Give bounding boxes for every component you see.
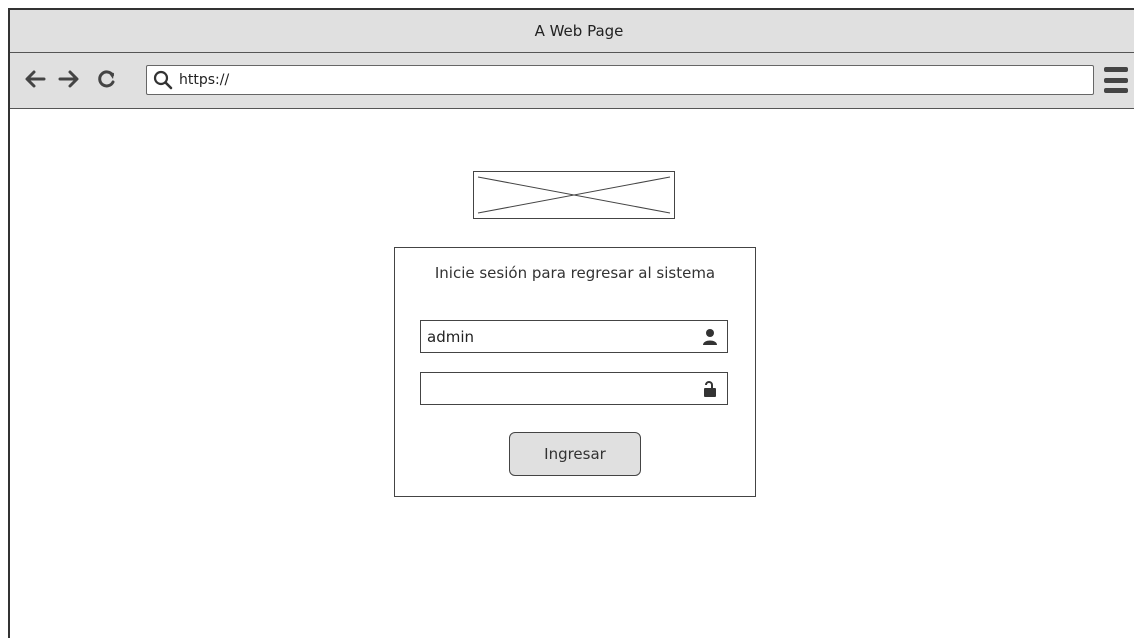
window-titlebar: A Web Page xyxy=(10,10,1134,53)
password-input[interactable] xyxy=(421,373,691,404)
ingresar-button-label: Ingresar xyxy=(544,445,606,463)
login-card: Inicie sesión para regresar al sistema I… xyxy=(394,247,756,497)
url-text: https:// xyxy=(179,72,230,88)
browser-toolbar: https:// xyxy=(10,53,1134,109)
ingresar-button[interactable]: Ingresar xyxy=(509,432,641,476)
username-input[interactable] xyxy=(421,321,691,352)
password-field[interactable] xyxy=(420,372,728,405)
hamburger-menu-icon xyxy=(1104,67,1128,72)
reload-icon xyxy=(98,70,115,88)
address-bar[interactable]: https:// xyxy=(146,65,1094,95)
browser-window: A Web Page https:// Inicie sesión para r… xyxy=(8,8,1134,638)
back-button[interactable] xyxy=(22,66,48,92)
username-field[interactable] xyxy=(420,320,728,353)
unlock-icon xyxy=(704,381,716,397)
forward-button[interactable] xyxy=(56,66,82,92)
login-prompt: Inicie sesión para regresar al sistema xyxy=(434,264,716,282)
page-content: Inicie sesión para regresar al sistema I… xyxy=(10,109,1134,638)
back-arrow-icon xyxy=(25,70,46,88)
user-icon xyxy=(703,329,717,345)
forward-arrow-icon xyxy=(58,70,79,88)
logo-image-placeholder xyxy=(473,171,675,219)
reload-button[interactable] xyxy=(94,66,120,92)
window-title: A Web Page xyxy=(534,22,624,40)
hamburger-menu-button[interactable] xyxy=(1104,67,1128,93)
search-icon xyxy=(153,70,173,90)
